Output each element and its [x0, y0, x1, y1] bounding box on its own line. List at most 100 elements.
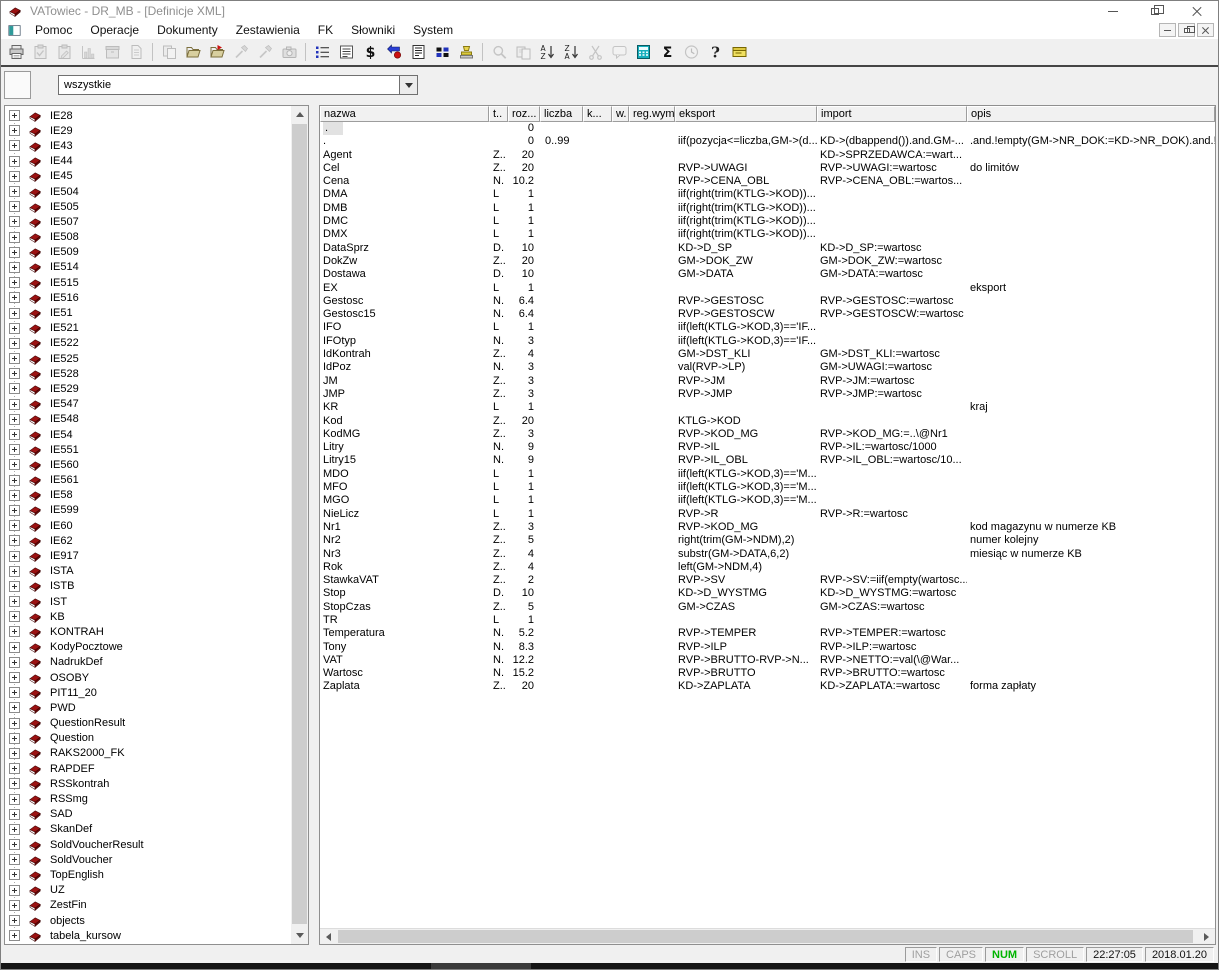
expand-plus-icon[interactable] — [9, 262, 20, 273]
tree-item-kodypocztowe[interactable]: KodyPocztowe — [5, 640, 290, 655]
table-row[interactable]: WartoscN.15.2RVP->BRUTTORVP->BRUTTO:=war… — [320, 667, 1215, 680]
tree-item-ie548[interactable]: IE548 — [5, 412, 290, 427]
package-button[interactable] — [100, 41, 124, 64]
menu-item-s-owniki[interactable]: Słowniki — [342, 22, 404, 38]
tree-item-ie62[interactable]: IE62 — [5, 533, 290, 548]
table-row[interactable]: KodMGZ..3RVP->KOD_MGRVP->KOD_MG:=..\@Nr1 — [320, 428, 1215, 441]
list-button[interactable] — [310, 41, 334, 64]
tree-item-ie508[interactable]: IE508 — [5, 230, 290, 245]
table-row[interactable]: IdKontrahZ..4GM->DST_KLIGM->DST_KLI:=war… — [320, 348, 1215, 361]
document-button[interactable] — [124, 41, 148, 64]
expand-plus-icon[interactable] — [9, 140, 20, 151]
expand-plus-icon[interactable] — [9, 869, 20, 880]
expand-plus-icon[interactable] — [9, 383, 20, 394]
minimize-button[interactable] — [1092, 1, 1134, 21]
table-row[interactable]: IFOL1iif(left(KTLG->KOD,3)=='IF... — [320, 321, 1215, 334]
combobox-dropdown-button[interactable] — [399, 76, 417, 94]
expand-plus-icon[interactable] — [9, 535, 20, 546]
table-row[interactable]: DMBL1iif(right(trim(KTLG->KOD))... — [320, 202, 1215, 215]
menu-item-pomoc[interactable]: Pomoc — [26, 22, 81, 38]
column-header-w[interactable]: w. — [612, 106, 629, 122]
sort-za-button[interactable] — [559, 41, 583, 64]
table-row[interactable]: CelZ..20RVP->UWAGIRVP->UWAGI:=wartoscdo … — [320, 162, 1215, 175]
table-row[interactable]: Nr3Z..4substr(GM->DATA,6,2)miesiąc w num… — [320, 548, 1215, 561]
table-row[interactable]: .0 — [320, 122, 1215, 135]
expand-plus-icon[interactable] — [9, 687, 20, 698]
tree-item-ie515[interactable]: IE515 — [5, 275, 290, 290]
table-row[interactable]: EXL1eksport — [320, 282, 1215, 295]
table-row[interactable]: JMZ..3RVP->JMRVP->JM:=wartosc — [320, 375, 1215, 388]
print-button[interactable] — [4, 41, 28, 64]
scrollbar-thumb[interactable] — [338, 930, 1193, 943]
tree-item-ie516[interactable]: IE516 — [5, 290, 290, 305]
tree-item-raks2000-fk[interactable]: RAKS2000_FK — [5, 746, 290, 761]
expand-plus-icon[interactable] — [9, 885, 20, 896]
tree-item-ie60[interactable]: IE60 — [5, 518, 290, 533]
table-row[interactable]: ZaplataZ..20KD->ZAPLATAKD->ZAPLATA:=wart… — [320, 680, 1215, 693]
copy-button[interactable] — [157, 41, 181, 64]
folder-open-button[interactable] — [181, 41, 205, 64]
expand-plus-icon[interactable] — [9, 216, 20, 227]
expand-plus-icon[interactable] — [9, 930, 20, 941]
mdi-minimize-button[interactable] — [1159, 23, 1176, 37]
mdi-restore-button[interactable] — [1178, 23, 1195, 37]
tools-alt-button[interactable] — [253, 41, 277, 64]
expand-plus-icon[interactable] — [9, 277, 20, 288]
bar-chart-button[interactable] — [76, 41, 100, 64]
camera-button[interactable] — [277, 41, 301, 64]
folder-import-button[interactable] — [205, 41, 229, 64]
export-arrow-button[interactable] — [382, 41, 406, 64]
column-header-reg-wym[interactable]: reg.wym. — [629, 106, 675, 122]
expand-plus-icon[interactable] — [9, 551, 20, 562]
table-row[interactable]: MDOL1iif(left(KTLG->KOD,3)=='M... — [320, 468, 1215, 481]
tree-item-ie504[interactable]: IE504 — [5, 184, 290, 199]
table-row[interactable]: StawkaVATZ..2RVP->SVRVP->SV:=iif(empty(w… — [320, 574, 1215, 587]
expand-plus-icon[interactable] — [9, 505, 20, 516]
table-row[interactable]: Nr2Z..5right(trim(GM->NDM),2)numer kolej… — [320, 534, 1215, 547]
tree-item-ie522[interactable]: IE522 — [5, 336, 290, 351]
tree-item-ie44[interactable]: IE44 — [5, 154, 290, 169]
clipboard-check-button[interactable] — [28, 41, 52, 64]
tree-vertical-scrollbar[interactable] — [291, 106, 308, 944]
expand-plus-icon[interactable] — [9, 657, 20, 668]
table-row[interactable]: KRL1kraj — [320, 401, 1215, 414]
tree-item-ie43[interactable]: IE43 — [5, 138, 290, 153]
expand-plus-icon[interactable] — [9, 566, 20, 577]
scroll-up-button[interactable] — [291, 106, 308, 123]
tree-item-osoby[interactable]: OSOBY — [5, 670, 290, 685]
menu-item-zestawienia[interactable]: Zestawienia — [227, 22, 309, 38]
tree-item-ie58[interactable]: IE58 — [5, 488, 290, 503]
tree-item-ie51[interactable]: IE51 — [5, 305, 290, 320]
tree-item-ie29[interactable]: IE29 — [5, 123, 290, 138]
table-row[interactable]: MGOL1iif(left(KTLG->KOD,3)=='M... — [320, 494, 1215, 507]
expand-plus-icon[interactable] — [9, 171, 20, 182]
expand-plus-icon[interactable] — [9, 459, 20, 470]
expand-plus-icon[interactable] — [9, 733, 20, 744]
expand-plus-icon[interactable] — [9, 611, 20, 622]
scroll-left-button[interactable] — [320, 929, 337, 945]
sigma-button[interactable] — [655, 41, 679, 64]
column-header-k[interactable]: k... — [583, 106, 612, 122]
tree-item-ista[interactable]: ISTA — [5, 564, 290, 579]
table-row[interactable]: DMCL1iif(right(trim(KTLG->KOD))... — [320, 215, 1215, 228]
tree-item-tabela-kursow[interactable]: tabela_kursow — [5, 928, 290, 943]
scrollbar-thumb[interactable] — [292, 124, 307, 924]
table-row[interactable]: DataSprzD.10KD->D_SPKD->D_SP:=wartosc — [320, 242, 1215, 255]
notes-button[interactable] — [334, 41, 358, 64]
tree-item-nadrukdef[interactable]: NadrukDef — [5, 655, 290, 670]
tools-button[interactable] — [229, 41, 253, 64]
expand-plus-icon[interactable] — [9, 338, 20, 349]
mdi-close-button[interactable] — [1197, 23, 1214, 37]
tree-item-ie560[interactable]: IE560 — [5, 457, 290, 472]
expand-plus-icon[interactable] — [9, 490, 20, 501]
table-row[interactable]: CenaN.10.2RVP->CENA_OBLRVP->CENA_OBL:=wa… — [320, 175, 1215, 188]
tree-item-ie917[interactable]: IE917 — [5, 548, 290, 563]
column-header-eksport[interactable]: eksport — [675, 106, 817, 122]
expand-plus-icon[interactable] — [9, 110, 20, 121]
doc-lines-button[interactable] — [406, 41, 430, 64]
tree-item-ie528[interactable]: IE528 — [5, 366, 290, 381]
tree-item-soldvoucher[interactable]: SoldVoucher — [5, 852, 290, 867]
table-row[interactable]: MFOL1iif(left(KTLG->KOD,3)=='M... — [320, 481, 1215, 494]
table-row[interactable]: GestoscN.6.4RVP->GESTOSCRVP->GESTOSC:=wa… — [320, 295, 1215, 308]
table-row[interactable]: NieLiczL1RVP->RRVP->R:=wartosc — [320, 508, 1215, 521]
